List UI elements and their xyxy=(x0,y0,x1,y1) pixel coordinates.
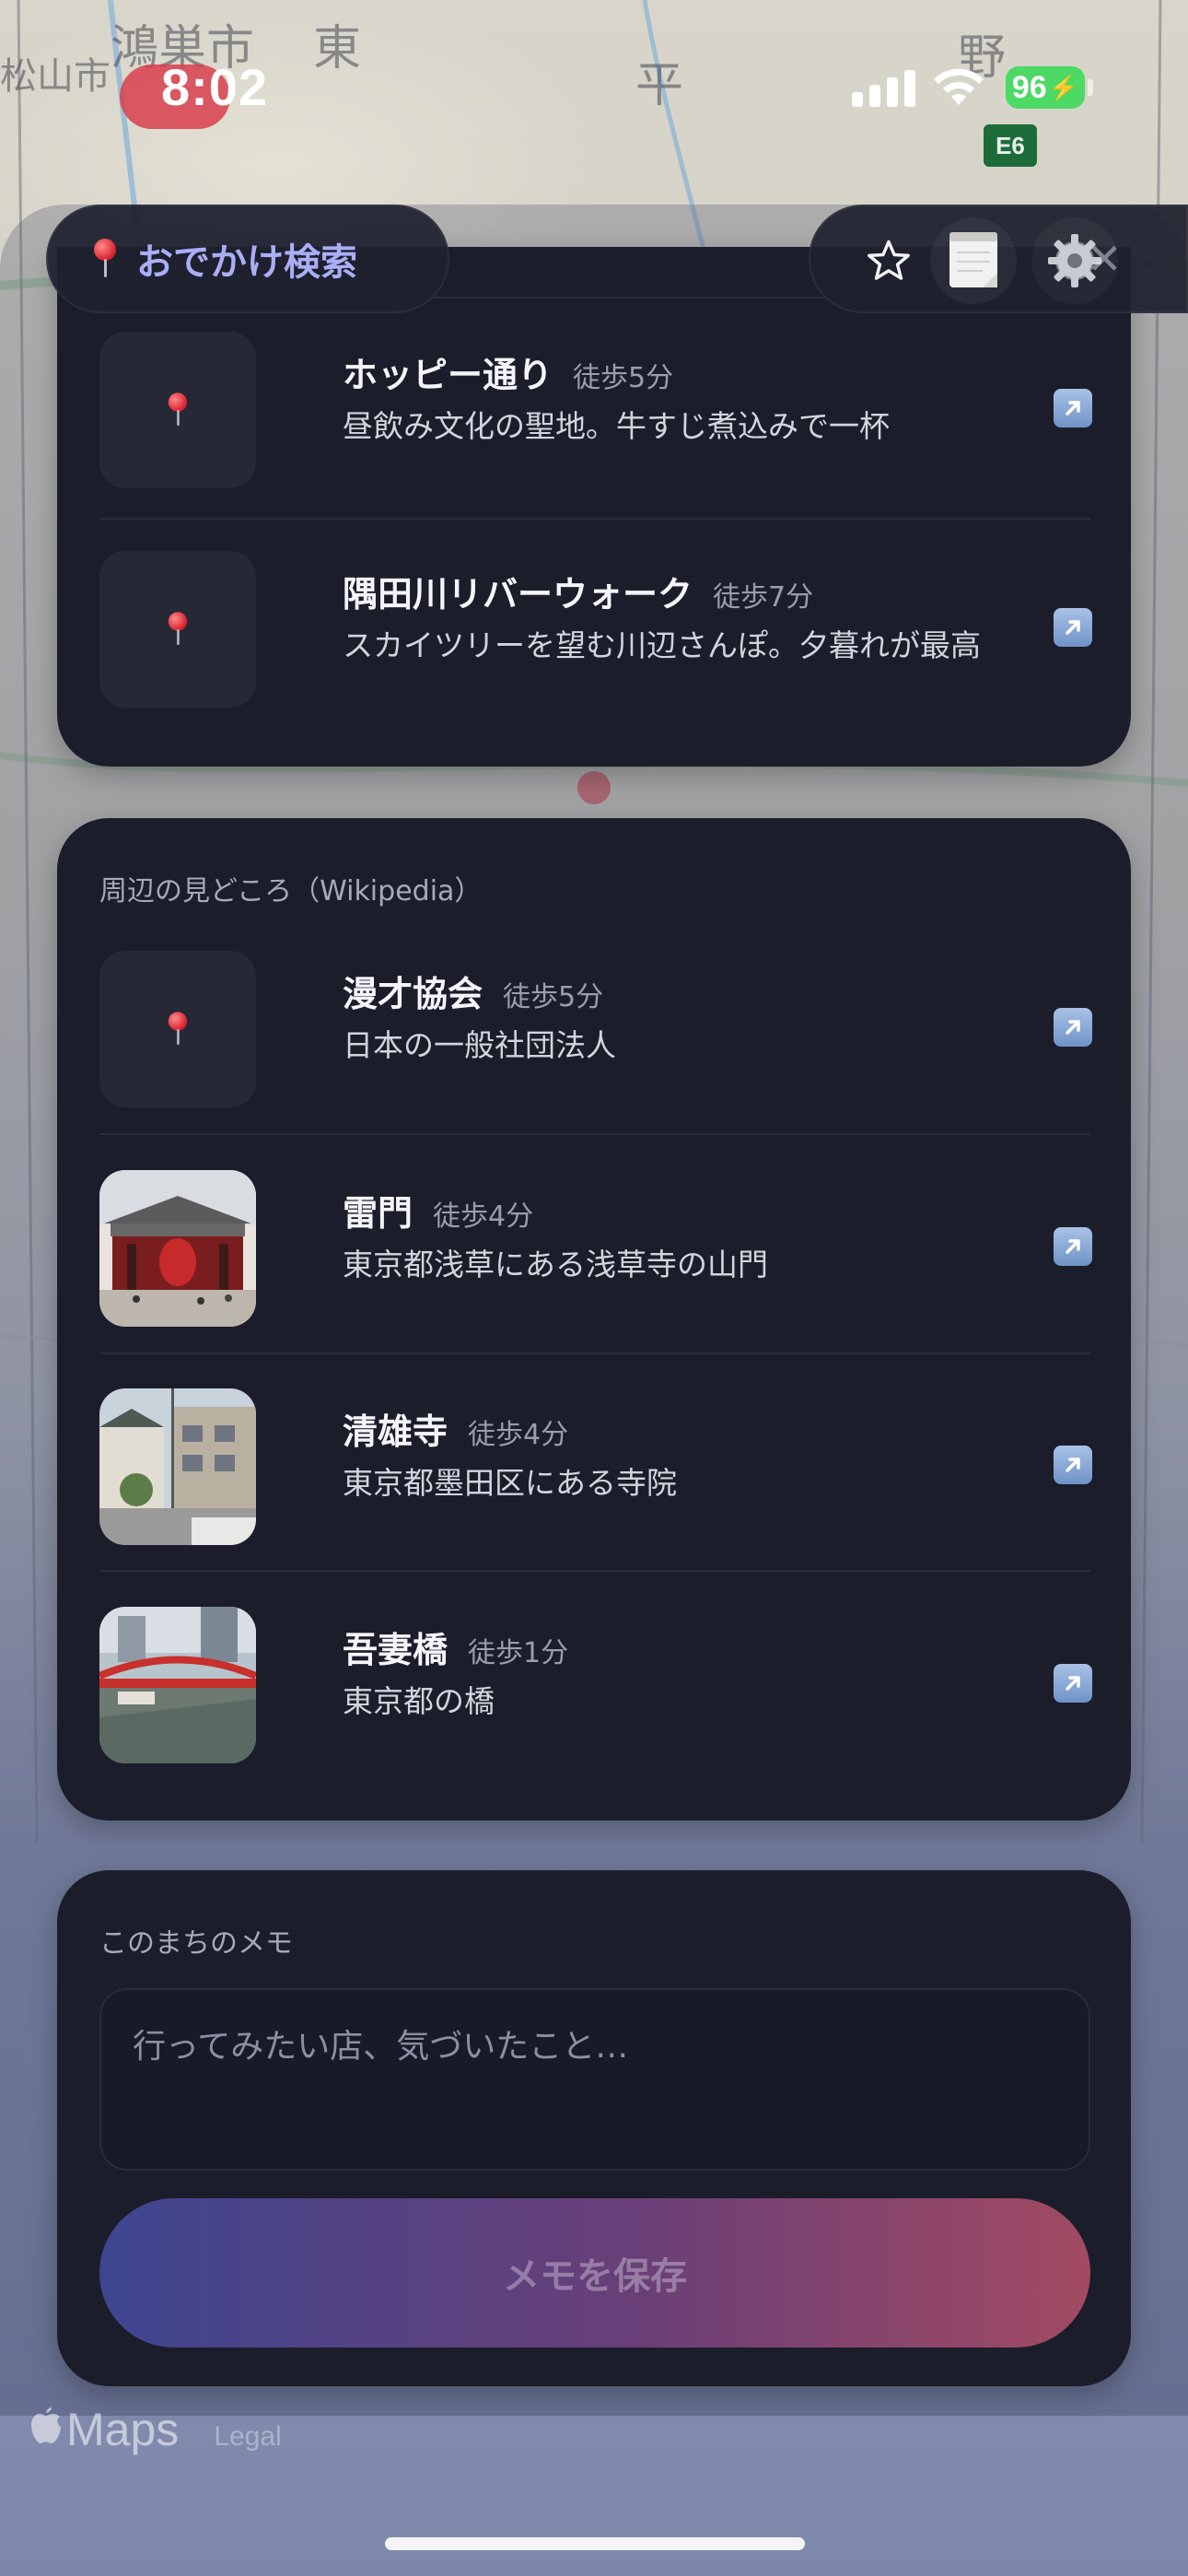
memo-field[interactable]: 行ってみたい店、気づいたこと… xyxy=(99,1988,1090,2171)
spot-description: 東京都墨田区にある寺院 xyxy=(343,1465,677,1501)
spot-name: 隅田川リバーウォーク xyxy=(343,574,693,615)
pin-icon xyxy=(92,239,118,279)
pin-icon xyxy=(167,392,189,427)
spot-description: スカイツリーを望む川辺さんぽ。夕暮れが最高 xyxy=(343,627,981,663)
list-item[interactable]: 漫才協会 徒歩5分 日本の一般社団法人 xyxy=(99,903,1092,1120)
save-memo-button[interactable]: メモを保存 xyxy=(99,2198,1090,2348)
spot-description: 東京都浅草にある浅草寺の山門 xyxy=(343,1247,768,1282)
list-item[interactable]: 清雄寺 徒歩4分 東京都墨田区にある寺院 xyxy=(99,1341,1092,1558)
list-item[interactable]: 雷門 徒歩4分 東京都浅草にある浅草寺の山門 xyxy=(99,1122,1092,1340)
spot-description: 東京都の橋 xyxy=(343,1683,495,1719)
battery-icon: 96 ⚡ xyxy=(1006,66,1085,109)
spot-thumbnail xyxy=(99,332,256,488)
spot-name: 漫才協会 xyxy=(343,974,483,1014)
section-label: このまちのメモ xyxy=(99,1927,293,1960)
apple-logo-icon xyxy=(31,2407,61,2443)
list-item[interactable]: 隅田川リバーウォーク 徒歩7分 スカイツリーを望む川辺さんぽ。夕暮れが最高 xyxy=(99,503,1092,720)
spot-name: ホッピー通り xyxy=(343,355,553,395)
memo-card: このまちのメモ 行ってみたい店、気づいたこと… メモを保存 xyxy=(57,1870,1131,2386)
walk-time: 徒歩4分 xyxy=(433,1200,534,1233)
temple-street-photo xyxy=(99,1388,256,1545)
walk-time: 徒歩7分 xyxy=(713,581,814,614)
list-item[interactable]: 吾妻橋 徒歩1分 東京都の橋 xyxy=(99,1559,1092,1776)
spot-name: 雷門 xyxy=(343,1193,413,1234)
favorite-button[interactable] xyxy=(845,217,932,304)
spots-card: ホッピー通り 徒歩5分 昼飲み文化の聖地。牛すじ煮込みで一杯 隅田川リバーウォー… xyxy=(57,247,1131,767)
walk-time: 徒歩5分 xyxy=(503,981,604,1013)
legal-link[interactable]: Legal xyxy=(214,2421,281,2453)
pin-icon xyxy=(99,951,256,1107)
maps-attribution: Maps Legal xyxy=(29,2403,282,2456)
walk-time: 徒歩1分 xyxy=(468,1637,569,1669)
spot-description: 昼飲み文化の聖地。牛すじ煮込みで一杯 xyxy=(343,408,890,444)
star-icon xyxy=(868,240,910,280)
signal-icon xyxy=(852,70,915,107)
walk-time: 徒歩5分 xyxy=(573,362,674,394)
search-title-pill[interactable]: おでかけ検索 xyxy=(46,205,449,313)
memo-button[interactable] xyxy=(930,217,1017,304)
spot-description: 日本の一般社団法人 xyxy=(343,1027,616,1063)
home-indicator[interactable] xyxy=(385,2537,805,2550)
open-link-icon[interactable] xyxy=(1054,1008,1092,1047)
battery-tip xyxy=(1088,79,1093,96)
memo-icon xyxy=(949,232,997,287)
spot-name: 吾妻橋 xyxy=(343,1630,448,1670)
temple-gate-photo xyxy=(99,1170,256,1327)
battery-level: 96 xyxy=(1011,69,1047,105)
maps-logo-text: Maps xyxy=(66,2404,180,2455)
open-link-icon[interactable] xyxy=(1054,1446,1092,1484)
wikipedia-card: 周辺の見どころ（Wikipedia） 漫才協会 徒歩5分 日本の一般社団法人 雷… xyxy=(57,818,1131,1821)
route-badge: E6 xyxy=(984,124,1037,167)
open-link-icon[interactable] xyxy=(1054,1664,1092,1703)
pin-icon xyxy=(167,612,189,646)
open-link-icon[interactable] xyxy=(1054,1227,1092,1266)
header-actions: ✕ xyxy=(809,205,1188,313)
open-link-icon[interactable] xyxy=(1054,608,1092,647)
open-link-icon[interactable] xyxy=(1054,389,1092,427)
status-bar: 8:02 96 ⚡ E6 xyxy=(0,0,1188,167)
list-item[interactable]: ホッピー通り 徒歩5分 昼飲み文化の聖地。牛すじ煮込みで一杯 xyxy=(99,284,1092,501)
status-time: 8:02 xyxy=(161,58,269,116)
spot-name: 清雄寺 xyxy=(343,1411,448,1452)
pin-icon xyxy=(167,1012,189,1046)
walk-time: 徒歩4分 xyxy=(468,1419,569,1451)
page-title: おでかけ検索 xyxy=(136,241,357,284)
close-icon[interactable]: ✕ xyxy=(1087,234,1123,284)
wifi-icon xyxy=(934,68,984,105)
spot-thumbnail xyxy=(99,551,256,708)
red-bridge-photo xyxy=(99,1607,256,1763)
